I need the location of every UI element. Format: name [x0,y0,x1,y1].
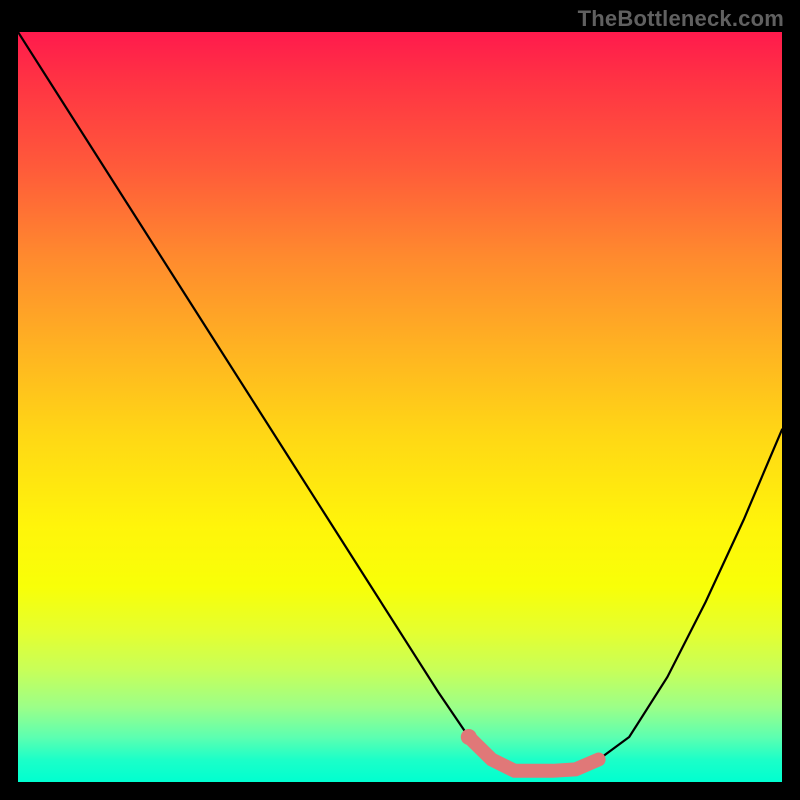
curve-layer [18,32,782,782]
flat-minimum-highlight-path [469,737,599,771]
watermark-text: TheBottleneck.com [578,6,784,32]
bottleneck-curve-path [18,32,782,771]
chart-frame: TheBottleneck.com [0,0,800,800]
highlight-start-dot [461,729,477,745]
plot-area [18,32,782,782]
